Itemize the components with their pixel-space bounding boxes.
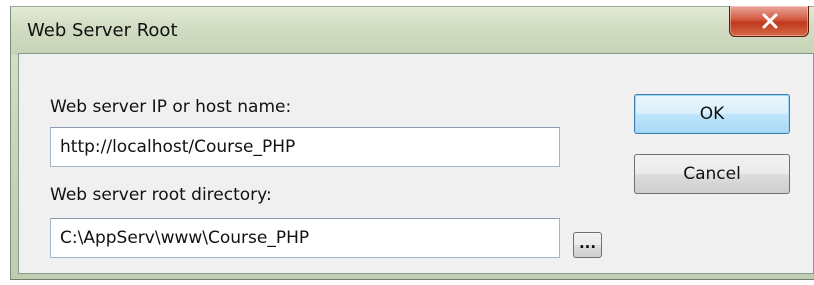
- browse-button[interactable]: ...: [573, 232, 602, 258]
- ip-label: Web server IP or host name:: [50, 97, 292, 117]
- close-icon: [762, 13, 778, 29]
- root-directory-input[interactable]: C:\AppServ\www\Course_PHP: [50, 218, 560, 258]
- close-button[interactable]: [729, 6, 809, 37]
- dialog-body: Web server IP or host name: http://local…: [18, 53, 814, 274]
- title-bar[interactable]: Web Server Root: [11, 7, 814, 55]
- root-directory-label: Web server root directory:: [50, 185, 272, 205]
- cancel-button[interactable]: Cancel: [634, 154, 790, 194]
- dialog-title: Web Server Root: [27, 20, 178, 41]
- ok-button[interactable]: OK: [634, 94, 790, 134]
- dialog-window: Web Server Root Web server IP or host na…: [10, 6, 814, 280]
- ip-input[interactable]: http://localhost/Course_PHP: [50, 127, 560, 167]
